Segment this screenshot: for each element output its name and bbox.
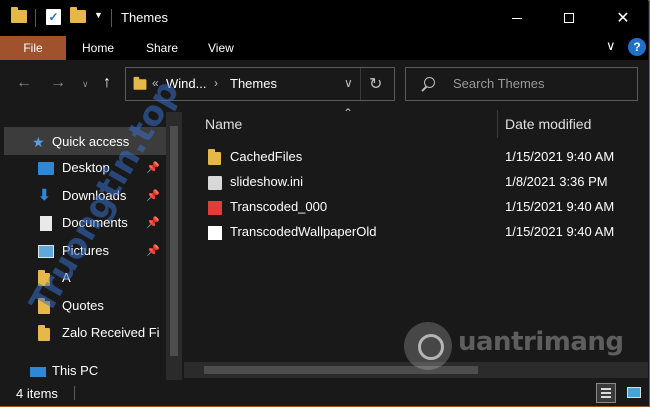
properties-checkmark-icon[interactable]: ✓ <box>46 9 61 25</box>
file-name: Transcoded_000 <box>230 199 328 214</box>
image-file-icon <box>208 201 222 215</box>
nav-pane-scroll-thumb[interactable] <box>170 126 178 356</box>
desktop-icon <box>38 162 54 175</box>
tab-home[interactable]: Home <box>82 41 114 55</box>
document-icon <box>40 216 52 231</box>
address-dropdown-chevron-icon[interactable]: ∨ <box>344 76 353 90</box>
column-header-name[interactable]: Name <box>205 116 242 132</box>
folder-app-icon <box>11 7 27 26</box>
window-title: Themes <box>121 10 168 25</box>
file-name: slideshow.ini <box>230 174 303 189</box>
download-icon: ⬇ <box>38 187 51 204</box>
tab-share[interactable]: Share <box>146 41 178 55</box>
minimize-icon <box>512 17 522 19</box>
file-name: CachedFiles <box>230 149 303 164</box>
up-arrow-icon[interactable]: ↑ <box>103 74 111 92</box>
maximize-icon <box>564 13 574 23</box>
large-icons-view-button[interactable] <box>624 383 644 403</box>
file-row[interactable]: Transcoded_000 1/15/2021 9:40 AM <box>203 196 633 220</box>
sidebar-item-this-pc[interactable]: This PC <box>30 362 170 382</box>
sort-ascending-icon: ⌃ <box>343 106 354 120</box>
details-view-button[interactable] <box>596 383 616 403</box>
watermark-right: uantrimang <box>458 327 624 357</box>
star-icon: ★ <box>32 134 45 150</box>
help-icon[interactable]: ? <box>628 38 646 56</box>
file-row[interactable]: CachedFiles 1/15/2021 9:40 AM <box>203 146 633 170</box>
customize-quick-access-chevron-icon[interactable]: ▼ <box>94 10 103 20</box>
address-divider <box>360 68 361 100</box>
new-folder-quick-icon[interactable] <box>70 7 86 26</box>
refresh-icon[interactable]: ↻ <box>369 74 382 94</box>
minimize-button[interactable] <box>494 0 540 36</box>
file-icon <box>208 226 222 240</box>
sidebar-item-label: Zalo Received Fi <box>62 325 160 340</box>
file-date: 1/15/2021 9:40 AM <box>505 149 615 164</box>
pin-icon: 📌 <box>146 245 160 257</box>
large-icons-icon <box>627 387 641 398</box>
file-row[interactable]: slideshow.ini 1/8/2021 3:36 PM <box>203 171 633 195</box>
file-date: 1/15/2021 9:40 AM <box>505 224 615 239</box>
expand-ribbon-chevron-icon[interactable]: ∨ <box>606 38 616 54</box>
file-date: 1/15/2021 9:40 AM <box>505 199 615 214</box>
file-name: TranscodedWallpaperOld <box>230 224 377 239</box>
search-placeholder: Search Themes <box>453 76 545 91</box>
column-header-date[interactable]: Date modified <box>505 116 591 132</box>
search-icon <box>424 77 435 88</box>
titlebar-divider <box>35 9 36 27</box>
folder-icon <box>208 149 222 166</box>
file-row[interactable]: TranscodedWallpaperOld 1/15/2021 9:40 AM <box>203 221 633 245</box>
forward-arrow-icon[interactable]: → <box>50 74 66 92</box>
pin-icon: 📌 <box>146 162 160 174</box>
sidebar-item-zalo[interactable]: Zalo Received Fi <box>38 324 164 344</box>
breadcrumb-separator-icon: › <box>214 76 218 90</box>
nav-pane-scrollbar[interactable] <box>166 112 182 380</box>
folder-icon <box>38 325 54 341</box>
pin-icon: 📌 <box>146 217 160 229</box>
status-divider <box>74 386 75 400</box>
titlebar-divider-2 <box>111 9 112 27</box>
search-box[interactable]: Search Themes <box>405 67 638 101</box>
sidebar-item-label: This PC <box>52 363 99 378</box>
recent-locations-chevron-icon[interactable]: ∨ <box>82 79 89 90</box>
sidebar-item-label: Quotes <box>62 298 104 313</box>
breadcrumb-themes[interactable]: Themes <box>230 76 277 91</box>
pin-icon: 📌 <box>146 190 160 202</box>
status-bar <box>0 380 648 406</box>
ini-file-icon <box>208 176 222 190</box>
item-count: 4 items <box>16 386 58 401</box>
maximize-button[interactable] <box>546 0 592 36</box>
back-arrow-icon[interactable]: ← <box>16 74 32 92</box>
lightbulb-logo-icon <box>404 322 452 370</box>
tab-view[interactable]: View <box>208 41 234 55</box>
pc-icon <box>30 367 46 377</box>
close-button[interactable]: ✕ <box>600 0 646 36</box>
file-date: 1/8/2021 3:36 PM <box>505 174 608 189</box>
tab-file[interactable]: File <box>0 36 66 60</box>
column-separator[interactable] <box>497 110 498 138</box>
